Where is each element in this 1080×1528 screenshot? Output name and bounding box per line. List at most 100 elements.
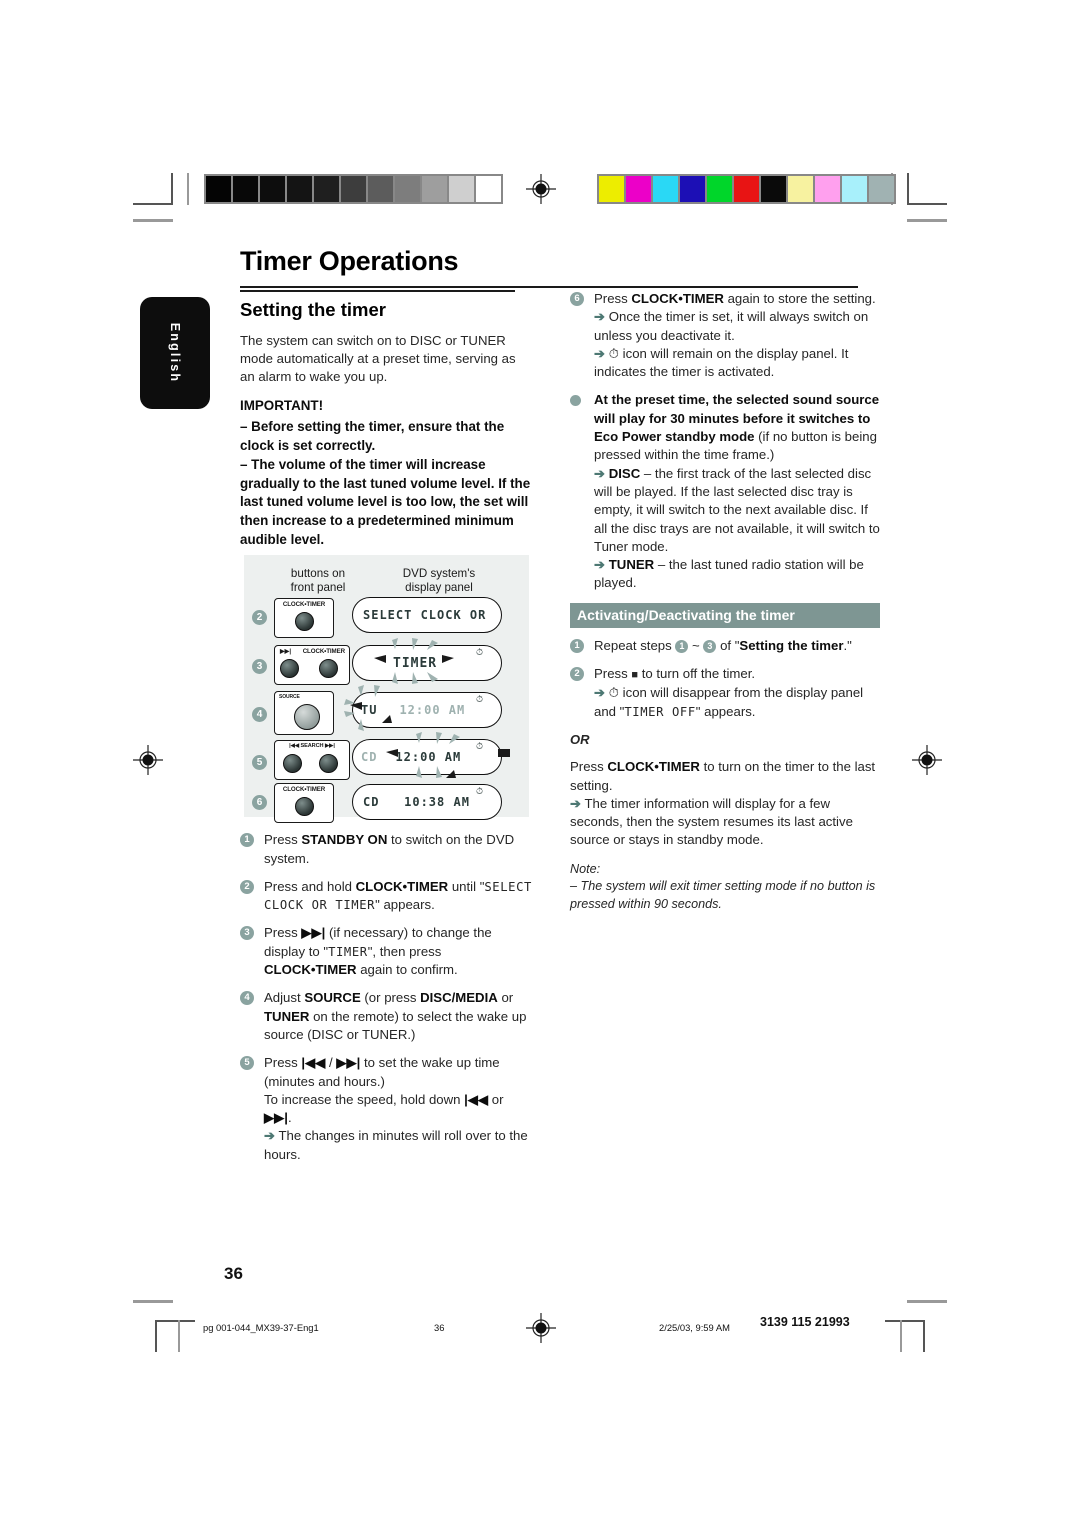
step-item: 1 Repeat steps 1 ~ 3 of "Setting the time…: [570, 637, 880, 655]
text-run: ➔: [594, 685, 606, 701]
right-column: 6 Press CLOCK•TIMER again to store the se…: [570, 290, 880, 925]
display-panel: SELECT CLOCK OR: [352, 597, 502, 634]
text-run: again to store the setting.: [723, 291, 876, 306]
color-swatch: [841, 175, 868, 203]
crop-mark-top-left-h: [133, 203, 173, 205]
crop-mark-bottom-left-bar: [133, 1300, 173, 1303]
crop-mark-top-left-tick: [187, 173, 189, 205]
step-text: Repeat steps 1 ~ 3 of "Setting the timer…: [594, 637, 880, 655]
important-label: IMPORTANT!: [240, 398, 324, 414]
left-step-list: 1 Press STANDBY ON to switch on the DVD s…: [240, 831, 532, 1164]
note-body: – The system will exit timer setting mod…: [570, 879, 876, 911]
step-number: 1: [570, 638, 584, 653]
important-item: – The volume of the timer will increase …: [240, 457, 531, 547]
color-swatch: [679, 175, 706, 203]
step-text: Press ■ to turn off the timer. ➔ ⏱ icon w…: [594, 665, 880, 721]
text-run: TUNER: [264, 1008, 310, 1024]
step-number: 1: [240, 833, 254, 848]
text-run: " appears.: [375, 897, 435, 913]
text-run: Press: [264, 1055, 302, 1071]
text-run: again to confirm.: [356, 962, 458, 978]
step-number: 6: [570, 292, 584, 306]
text-run: ~: [688, 637, 704, 653]
inline-step-number: 1: [675, 639, 689, 653]
text-run: Press: [570, 759, 608, 775]
text-run: Once the timer is set, it will always sw…: [594, 309, 869, 343]
important-item: – Before setting the timer, ensure that …: [240, 419, 505, 453]
step-item: 5 Press |◀◀ / ▶▶| to set the wake up time…: [240, 1054, 532, 1164]
search-forward-knob[interactable]: [319, 754, 338, 774]
color-swatch: [760, 175, 787, 203]
diagram-step-number: 4: [252, 707, 267, 723]
text-run: or: [488, 1091, 504, 1107]
step-item: 4 Adjust SOURCE (or press DISC/MEDIA or T…: [240, 989, 532, 1044]
page-content: Timer Operations English Setting the tim…: [140, 246, 880, 1162]
registration-mark-right: [912, 745, 942, 775]
skip-forward-knob[interactable]: [280, 659, 299, 679]
text-run: Press: [594, 291, 632, 306]
footer-page: 36: [434, 1322, 445, 1333]
clock-timer-knob[interactable]: [295, 612, 314, 632]
source-knob[interactable]: [294, 704, 320, 731]
text-run: ▶▶|: [336, 1055, 361, 1071]
blink-rays: [374, 638, 454, 685]
text-run: TIMER OFF: [624, 704, 696, 719]
text-run: ➔: [594, 345, 606, 361]
text-run: Press: [594, 666, 632, 682]
color-swatch: [733, 175, 760, 203]
grayscale-swatch: [286, 175, 313, 203]
grayscale-calibration-bar: [204, 174, 503, 204]
step-text: Adjust SOURCE (or press DISC/MEDIA or TU…: [264, 989, 532, 1044]
text-run: ➔: [594, 557, 606, 573]
text-run: DISC/MEDIA: [420, 990, 498, 1006]
crop-mark-bottom-left-v: [155, 1320, 157, 1352]
text-run: .: [287, 1110, 292, 1126]
title-rule: [240, 286, 858, 288]
color-swatch: [787, 175, 814, 203]
button-panel: CLOCK•TIMER: [274, 598, 334, 639]
step-item: 2 Press ■ to turn off the timer. ➔ ⏱ icon …: [570, 665, 880, 721]
text-run: CLOCK•TIMER: [355, 878, 449, 894]
text-run: The timer information will display for a…: [570, 795, 853, 848]
intro-paragraph: The system can switch on to DISC or TUNE…: [240, 332, 516, 385]
text-run: To increase the speed, hold down: [264, 1091, 465, 1107]
step-item: 2 Press and hold CLOCK•TIMER until "SELEC…: [240, 878, 532, 915]
color-swatch: [706, 175, 733, 203]
diagram-step-number: 6: [252, 795, 267, 811]
crop-mark-bottom-right-tick: [900, 1320, 902, 1352]
grayscale-swatch: [421, 175, 448, 203]
crop-mark-top-right-v: [907, 173, 909, 205]
diagram-label-buttons: buttons on front panel: [272, 567, 364, 595]
or-body: Press CLOCK•TIMER to turn on the timer t…: [570, 758, 880, 849]
right-step-list-2: 1 Repeat steps 1 ~ 3 of "Setting the time…: [570, 637, 880, 721]
grayscale-swatch: [232, 175, 259, 203]
crop-mark-top-right-bar: [907, 219, 947, 222]
color-swatch: [652, 175, 679, 203]
color-calibration-bar: [597, 174, 896, 204]
text-run: CLOCK•TIMER: [607, 759, 700, 775]
text-run: CLOCK•TIMER: [631, 291, 724, 306]
button-caption: SOURCE: [279, 694, 300, 701]
crop-mark-bottom-left-h: [155, 1320, 195, 1322]
blink-rays: [344, 685, 392, 732]
text-run: until ": [448, 878, 485, 894]
crop-mark-top-left-bar: [133, 219, 173, 222]
search-backward-knob[interactable]: [283, 754, 302, 774]
front-panel-display-diagram: buttons on front panel DVD system's disp…: [244, 555, 529, 824]
text-run: Press and hold: [264, 878, 356, 894]
display-text: SELECT CLOCK OR: [363, 608, 487, 623]
clock-timer-knob[interactable]: [295, 797, 314, 817]
section-title-setting-the-timer: Setting the timer: [240, 298, 386, 320]
text-run: to turn off the timer.: [638, 666, 756, 682]
clock-timer-knob[interactable]: [319, 659, 338, 679]
text-run: TUNER: [608, 557, 655, 573]
text-run: Setting the timer: [739, 637, 844, 653]
grayscale-swatch: [448, 175, 475, 203]
language-tab-label: English: [168, 322, 182, 384]
important-items: – Before setting the timer, ensure that …: [240, 418, 532, 549]
grayscale-swatch: [394, 175, 421, 203]
button-panel: SOURCE: [274, 691, 334, 736]
crop-mark-bottom-right-v: [923, 1320, 925, 1352]
text-run: Press: [264, 925, 302, 941]
text-run: Press: [264, 832, 302, 848]
